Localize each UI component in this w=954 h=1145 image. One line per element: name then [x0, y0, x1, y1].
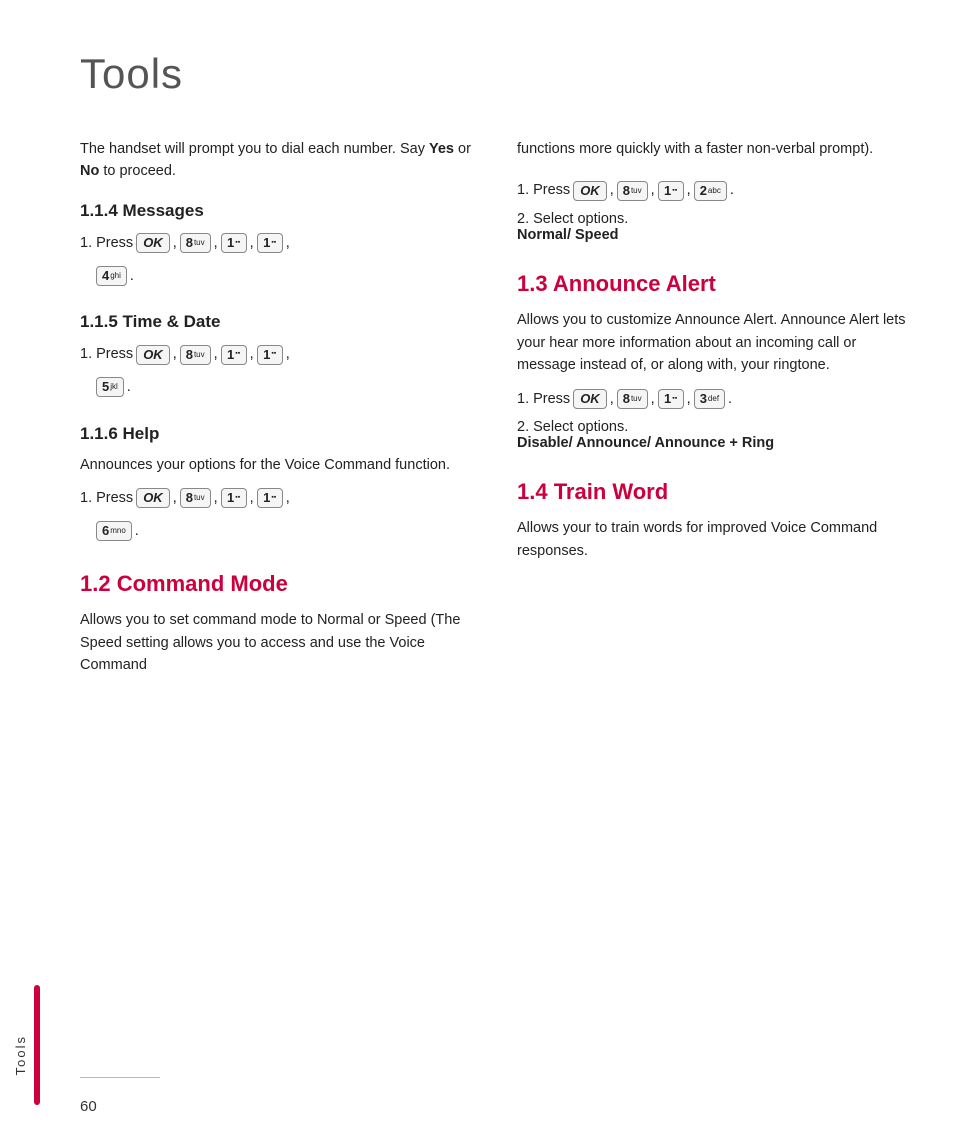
- key-6mno-116: 6mno: [96, 521, 132, 541]
- main-content: Tools The handset will prompt you to dia…: [40, 0, 954, 1145]
- key-2abc-12: 2abc: [694, 181, 727, 201]
- sidebar: Tools: [0, 0, 40, 1145]
- sidebar-label: Tools: [13, 1035, 28, 1075]
- right-intro: functions more quickly with a faster non…: [517, 138, 914, 160]
- section-12-press: 1. Press OK , 8tuv , 1▪▪ , 2abc .: [517, 178, 914, 203]
- section-13-press: 1. Press OK , 8tuv , 1▪▪ , 3def .: [517, 387, 914, 412]
- key-8tuv-114: 8tuv: [180, 233, 211, 253]
- section-116-heading: 1.1.6 Help: [80, 424, 477, 444]
- key-1a-114: 1▪▪: [221, 233, 247, 253]
- key-ok-13: OK: [573, 389, 607, 409]
- page-footer: 60: [80, 1077, 160, 1116]
- section-12-select-val: Normal/ Speed: [517, 227, 619, 243]
- section-114-press: 1. Press OK , 8tuv , 1▪▪ , 1▪▪ ,: [80, 231, 477, 256]
- section-12-heading: 1.2 Command Mode: [80, 571, 477, 597]
- section-12-desc: Allows you to set command mode to Normal…: [80, 609, 477, 676]
- page-title: Tools: [80, 50, 914, 98]
- key-8tuv-12: 8tuv: [617, 181, 648, 201]
- key-4ghi-114: 4ghi: [96, 266, 127, 286]
- right-column: functions more quickly with a faster non…: [517, 138, 914, 687]
- key-3def-13: 3def: [694, 389, 725, 409]
- key-5jkl-115: 5jkl: [96, 377, 124, 397]
- section-115-press2: 5jkl .: [96, 375, 477, 400]
- key-ok-114: OK: [136, 233, 170, 253]
- intro-paragraph: The handset will prompt you to dial each…: [80, 138, 477, 183]
- section-13-select: 2. Select options. Disable/ Announce/ An…: [517, 419, 914, 451]
- section-114-press2: 4ghi .: [96, 264, 477, 289]
- footer-divider: [80, 1077, 160, 1079]
- key-1b-114: 1▪▪: [257, 233, 283, 253]
- key-1a-116: 1▪▪: [221, 488, 247, 508]
- key-1-12: 1▪▪: [658, 181, 684, 201]
- key-1-13: 1▪▪: [658, 389, 684, 409]
- key-8tuv-115: 8tuv: [180, 345, 211, 365]
- section-116-desc: Announces your options for the Voice Com…: [80, 454, 477, 476]
- left-column: The handset will prompt you to dial each…: [80, 138, 477, 687]
- page-number: 60: [80, 1098, 160, 1115]
- key-1b-116: 1▪▪: [257, 488, 283, 508]
- section-14-desc: Allows your to train words for improved …: [517, 517, 914, 562]
- section-115-heading: 1.1.5 Time & Date: [80, 312, 477, 332]
- key-ok-115: OK: [136, 345, 170, 365]
- page-container: Tools Tools The handset will prompt you …: [0, 0, 954, 1145]
- section-12-select: 2. Select options. Normal/ Speed: [517, 211, 914, 243]
- key-ok-12: OK: [573, 181, 607, 201]
- section-115-press: 1. Press OK , 8tuv , 1▪▪ , 1▪▪ ,: [80, 342, 477, 367]
- section-13-select-val: Disable/ Announce/ Announce + Ring: [517, 435, 774, 451]
- section-14-heading: 1.4 Train Word: [517, 479, 914, 505]
- key-ok-116: OK: [136, 488, 170, 508]
- two-column-layout: The handset will prompt you to dial each…: [80, 138, 914, 687]
- section-13-heading: 1.3 Announce Alert: [517, 271, 914, 297]
- key-8tuv-116: 8tuv: [180, 488, 211, 508]
- section-116-press: 1. Press OK , 8tuv , 1▪▪ , 1▪▪ ,: [80, 486, 477, 511]
- section-13-desc: Allows you to customize Announce Alert. …: [517, 309, 914, 376]
- key-8tuv-13: 8tuv: [617, 389, 648, 409]
- key-1a-115: 1▪▪: [221, 345, 247, 365]
- key-1b-115: 1▪▪: [257, 345, 283, 365]
- section-114-heading: 1.1.4 Messages: [80, 201, 477, 221]
- section-116-press2: 6mno .: [96, 519, 477, 544]
